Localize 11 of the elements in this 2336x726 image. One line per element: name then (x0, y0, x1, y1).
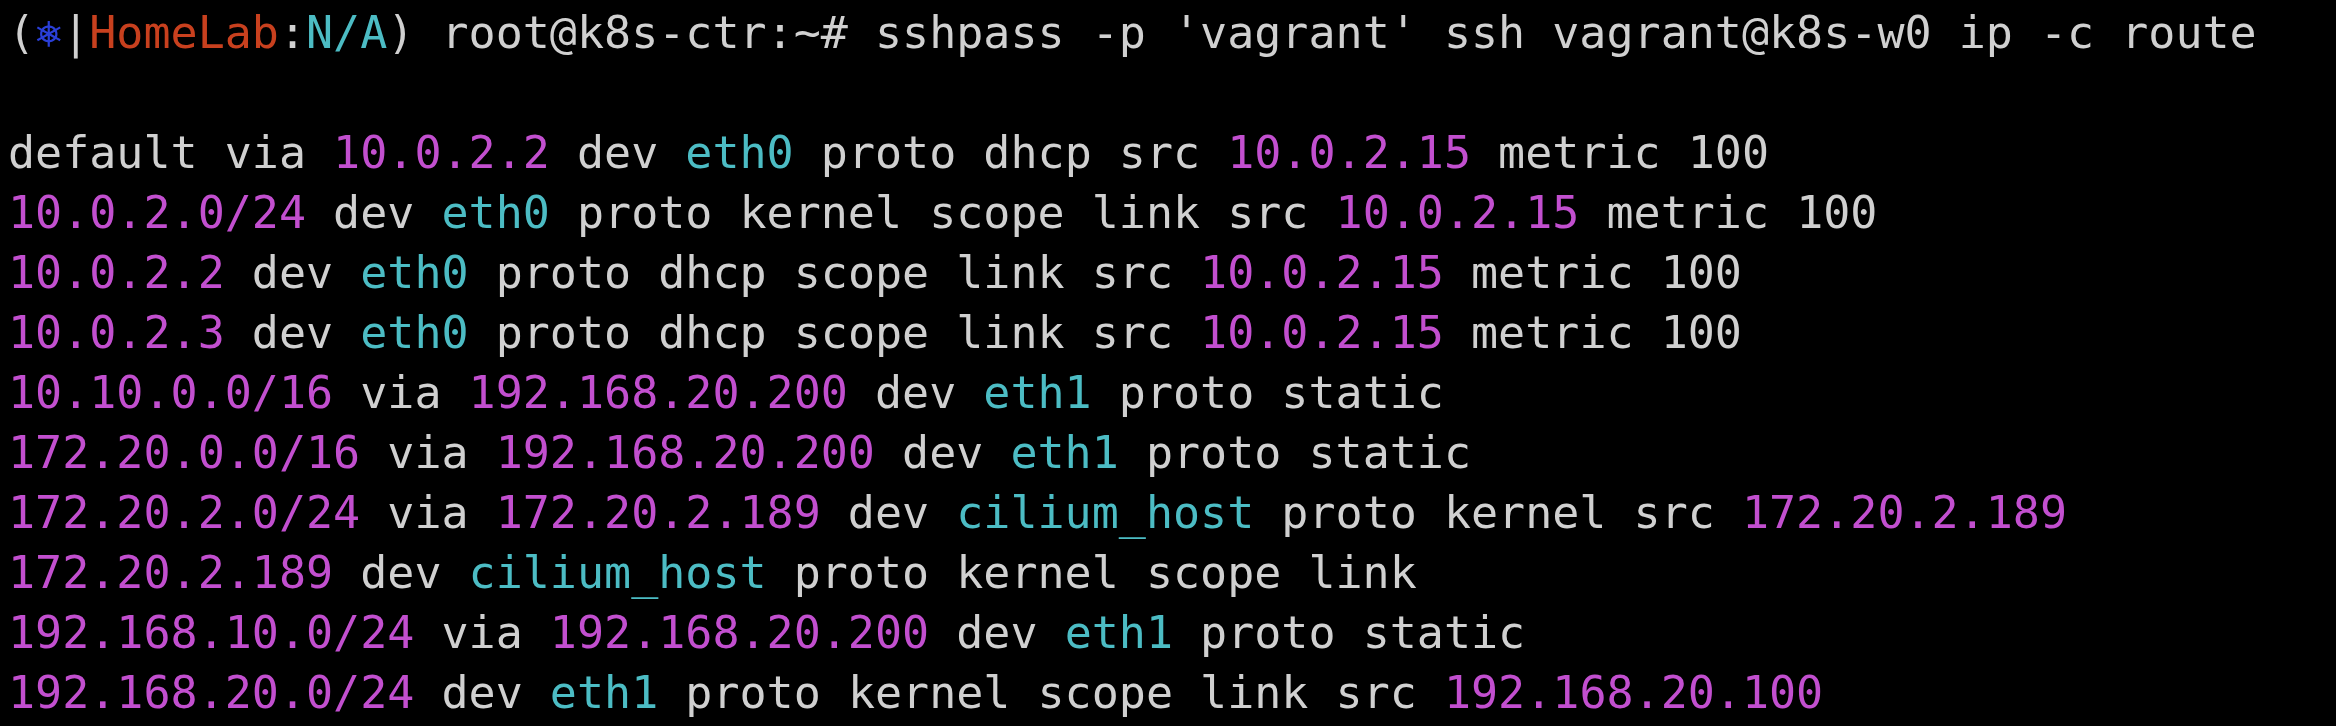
output-line: 192.168.20.0/24 dev eth1 proto kernel scope link src 192.168.20.100 (8, 665, 1824, 721)
command-line: (⎈|HomeLab:N/A) root@k8s-ctr:~# sshpass -p 'vagrant' ssh vagrant@k8s-w0 ip -c route (8, 5, 2257, 61)
output-line: 172.20.2.189 dev cilium_host proto kernel scope link (8, 545, 1417, 601)
output-line: 10.0.2.3 dev eth0 proto dhcp scope link src 10.0.2.15 metric 100 (8, 305, 1742, 361)
output-line: 10.0.2.0/24 dev eth0 proto kernel scope link src 10.0.2.15 metric 100 (8, 185, 1878, 241)
output-line: 10.10.0.0/16 via 192.168.20.200 dev eth1 proto static (8, 365, 1444, 421)
output-line: 10.0.2.2 dev eth0 proto dhcp scope link src 10.0.2.15 metric 100 (8, 245, 1742, 301)
output-line: 192.168.10.0/24 via 192.168.20.200 dev eth1 proto static (8, 605, 1526, 661)
output-line: default via 10.0.2.2 dev eth0 proto dhcp src 10.0.2.15 metric 100 (8, 125, 1770, 181)
output-line: 172.20.2.0/24 via 172.20.2.189 dev cilium_host proto kernel src 172.20.2.189 (8, 485, 2068, 541)
output-line: 172.20.0.0/16 via 192.168.20.200 dev eth1 proto static (8, 425, 1471, 481)
